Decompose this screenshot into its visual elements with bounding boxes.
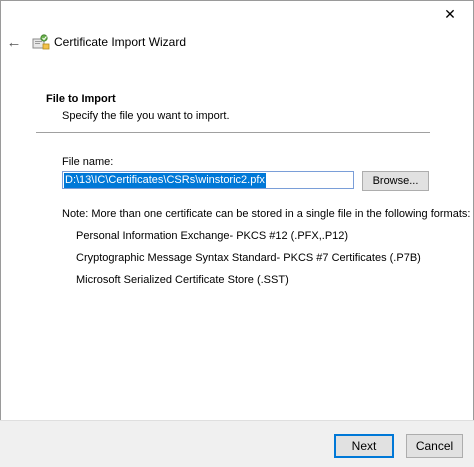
back-button[interactable]: ←: [4, 32, 24, 52]
close-button[interactable]: ✕: [427, 0, 473, 28]
close-icon: ✕: [444, 5, 456, 22]
wizard-title: Certificate Import Wizard: [54, 35, 187, 49]
format-item-sst: Microsoft Serialized Certificate Store (…: [76, 274, 289, 286]
format-item-pfx: Personal Information Exchange- PKCS #12 …: [76, 230, 349, 242]
formats-note: Note: More than one certificate can be s…: [62, 208, 471, 220]
next-button[interactable]: Next: [334, 434, 394, 458]
section-description: Specify the file you want to import.: [62, 110, 230, 122]
browse-button[interactable]: Browse...: [362, 171, 429, 191]
section-title: File to Import: [46, 93, 116, 105]
wizard-footer: [0, 420, 474, 467]
file-name-label: File name:: [62, 156, 114, 168]
file-name-input[interactable]: D:\13\IC\Certificates\CSRs\winstoric2.pf…: [62, 171, 354, 189]
cancel-button[interactable]: Cancel: [406, 434, 463, 458]
certificate-wizard-icon: [32, 34, 50, 50]
file-name-value: D:\13\IC\Certificates\CSRs\winstoric2.pf…: [64, 172, 266, 188]
back-arrow-icon: ←: [6, 33, 22, 51]
format-item-p7b: Cryptographic Message Syntax Standard- P…: [76, 252, 421, 264]
header-separator: [36, 132, 430, 133]
wizard-titlebar: ← Certificate Import Wizard: [0, 28, 474, 56]
